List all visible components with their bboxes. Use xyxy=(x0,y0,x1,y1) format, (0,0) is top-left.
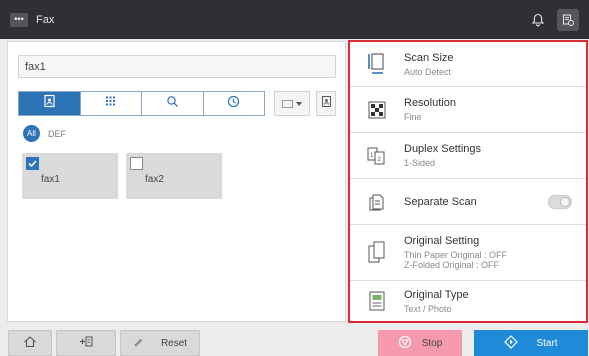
index-row: All DEF xyxy=(23,125,66,142)
home-button[interactable] xyxy=(8,330,52,356)
setting-separate-scan[interactable]: Separate Scan xyxy=(350,179,586,225)
setting-label: Original Setting xyxy=(404,235,480,247)
destination-tabs xyxy=(18,91,265,116)
job-list-icon[interactable] xyxy=(557,9,579,31)
tab-search[interactable] xyxy=(142,92,204,115)
register-icon xyxy=(79,335,93,351)
reset-icon xyxy=(133,337,143,350)
setting-value: 1-Sided xyxy=(404,158,436,168)
toggle-knob xyxy=(560,196,570,207)
search-icon xyxy=(166,95,179,113)
tab-keypad[interactable] xyxy=(80,92,142,115)
chevron-down-icon xyxy=(296,99,302,108)
svg-text:1: 1 xyxy=(370,153,374,159)
reset-button[interactable]: Reset xyxy=(120,330,200,356)
setting-value: Auto Detect xyxy=(404,66,452,77)
top-bar: ••• Fax xyxy=(0,0,589,39)
destination-card[interactable]: fax2 xyxy=(126,153,222,199)
original-setting-icon xyxy=(350,240,404,266)
setting-value-2: Z-Folded Original : OFF xyxy=(404,260,500,270)
destination-field[interactable]: fax1 xyxy=(18,55,336,78)
home-icon xyxy=(23,335,37,351)
stop-icon xyxy=(398,335,412,352)
address-detail-button[interactable] xyxy=(316,91,336,116)
setting-duplex[interactable]: 12 Duplex Settings 1-Sided xyxy=(350,133,586,179)
bell-icon[interactable] xyxy=(527,9,549,31)
destination-panel: fax1 All DEF fax1 fax2 xyxy=(7,41,346,322)
destination-card[interactable]: fax1 xyxy=(22,153,118,199)
history-clock-icon xyxy=(227,95,240,113)
setting-value: Text / Photo xyxy=(404,303,452,314)
duplex-icon: 12 xyxy=(350,145,404,167)
start-label: Start xyxy=(536,337,558,349)
stop-label: Stop xyxy=(421,337,443,349)
scan-size-icon xyxy=(350,52,404,76)
setting-label: Duplex Settings xyxy=(404,143,482,155)
setting-value: Thin Paper Original : OFF xyxy=(404,250,508,260)
setting-value: Fine xyxy=(404,112,422,122)
checkbox-unchecked[interactable] xyxy=(130,157,143,170)
reset-label: Reset xyxy=(160,337,188,349)
address-detail-icon xyxy=(321,95,332,113)
start-button[interactable]: Start xyxy=(474,330,588,356)
menu-button[interactable]: ••• xyxy=(10,12,28,27)
app-title: Fax xyxy=(36,13,55,26)
setting-original-setting[interactable]: Original Setting Thin Paper Original : O… xyxy=(350,225,586,281)
index-def-button[interactable]: DEF xyxy=(48,129,66,139)
list-view-icon xyxy=(282,99,293,108)
start-icon xyxy=(504,334,519,352)
original-type-icon xyxy=(350,290,404,312)
setting-scan-size[interactable]: Scan Size Auto Detect xyxy=(350,42,586,87)
setting-resolution[interactable]: Resolution Fine xyxy=(350,87,586,133)
tab-address-book[interactable] xyxy=(19,92,81,115)
index-all-button[interactable]: All xyxy=(23,125,40,142)
settings-panel: Scan Size Auto Detect Resolution Fine 12… xyxy=(348,40,588,323)
destination-name: fax2 xyxy=(145,174,164,185)
destination-name: fax1 xyxy=(41,174,60,185)
bottom-bar: Reset Stop Start xyxy=(0,326,589,356)
address-book-icon xyxy=(43,94,56,113)
checkbox-checked[interactable] xyxy=(26,157,39,170)
resolution-icon xyxy=(350,100,404,120)
keypad-icon xyxy=(104,95,117,113)
separate-scan-toggle[interactable] xyxy=(548,194,572,209)
setting-label: Resolution xyxy=(404,97,456,109)
view-select[interactable] xyxy=(274,91,310,116)
setting-original-type[interactable]: Original Type Text / Photo xyxy=(350,281,586,321)
tab-history[interactable] xyxy=(203,92,264,115)
setting-label: Scan Size xyxy=(404,51,454,64)
stop-button[interactable]: Stop xyxy=(378,330,462,356)
separate-scan-icon xyxy=(350,191,404,213)
setting-label: Original Type xyxy=(404,288,469,301)
register-button[interactable] xyxy=(56,330,116,356)
